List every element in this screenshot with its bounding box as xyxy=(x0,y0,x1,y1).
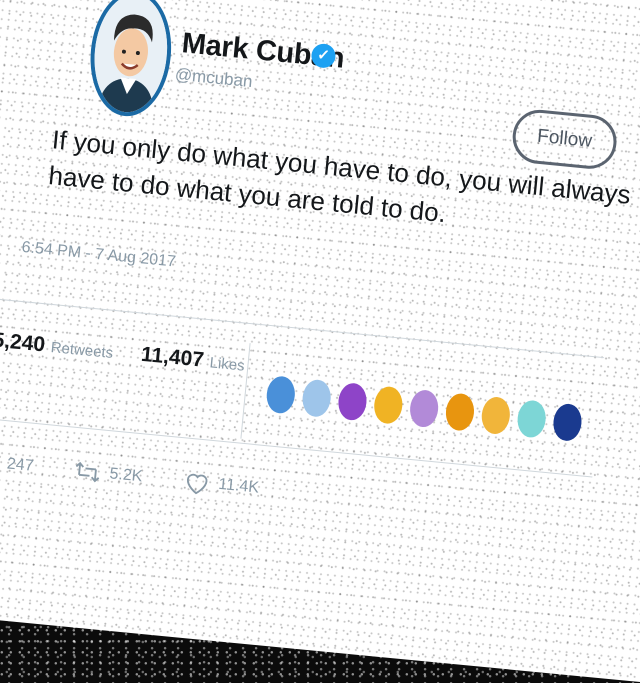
reply-count: 247 xyxy=(6,455,34,475)
reply-button[interactable]: 247 xyxy=(0,447,35,481)
tweet-timestamp[interactable]: 6:54 PM - 7 Aug 2017 xyxy=(21,239,177,272)
heart-icon xyxy=(181,467,212,498)
follow-button[interactable]: Follow xyxy=(510,107,619,171)
like-button[interactable]: 11.4K xyxy=(181,467,260,502)
liker-avatar[interactable] xyxy=(480,396,511,436)
retweet-action-count: 5.2K xyxy=(109,465,143,486)
retweet-label[interactable]: Retweets xyxy=(50,339,114,362)
liker-avatar[interactable] xyxy=(516,399,547,439)
like-count[interactable]: 11,407 xyxy=(140,343,205,372)
like-label[interactable]: Likes xyxy=(209,354,245,374)
liker-avatar[interactable] xyxy=(444,392,475,432)
liker-avatar[interactable] xyxy=(408,389,439,429)
avatar[interactable] xyxy=(85,0,177,120)
avatar-illustration xyxy=(89,0,172,116)
like-action-count: 11.4K xyxy=(218,476,260,498)
user-handle[interactable]: @mcuban xyxy=(174,65,253,92)
engagement-stats: 5,240Retweets 11,407Likes xyxy=(0,328,274,379)
liker-avatar[interactable] xyxy=(337,382,368,422)
retweet-count[interactable]: 5,240 xyxy=(0,328,46,356)
liker-avatars xyxy=(265,375,591,443)
liker-avatar[interactable] xyxy=(552,403,583,443)
retweet-button[interactable]: 5.2K xyxy=(72,457,143,491)
liker-avatar[interactable] xyxy=(265,375,296,415)
action-bar: 247 5.2K 11.4K xyxy=(0,447,296,511)
liker-avatar[interactable] xyxy=(301,378,332,418)
retweet-icon xyxy=(72,457,103,488)
liker-avatar[interactable] xyxy=(373,385,404,425)
tweet-card: Mark Cuban ✓ @mcuban Follow ∨ If you onl… xyxy=(0,0,640,683)
